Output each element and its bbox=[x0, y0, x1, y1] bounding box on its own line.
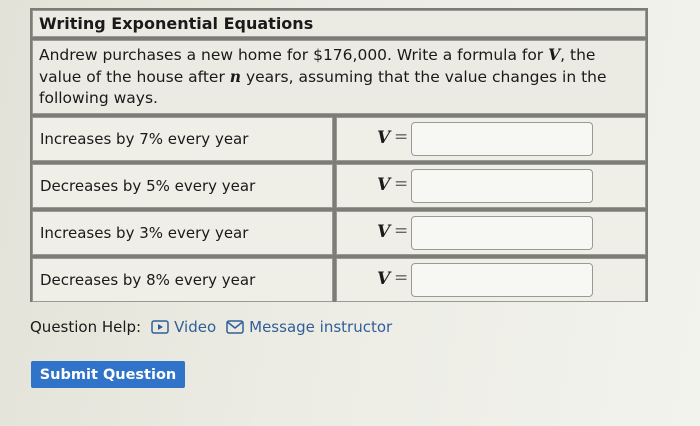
equals-sign: = bbox=[394, 127, 409, 147]
answer-cell: V = bbox=[336, 258, 646, 302]
variable-label: V bbox=[377, 128, 391, 148]
table-row: Increases by 3% every year V = bbox=[32, 211, 646, 255]
message-instructor-link[interactable]: Message instructor bbox=[226, 318, 392, 336]
variable-label: V bbox=[377, 175, 391, 195]
question-help: Question Help: Video Message instructor bbox=[30, 318, 402, 336]
submit-question-button[interactable]: Submit Question bbox=[31, 361, 185, 388]
problem-table: Writing Exponential Equations Andrew pur… bbox=[30, 8, 648, 302]
condition-label: Increases by 7% every year bbox=[32, 117, 333, 161]
envelope-icon bbox=[226, 320, 244, 334]
question-help-label: Question Help: bbox=[30, 318, 142, 336]
condition-label: Decreases by 5% every year bbox=[32, 164, 333, 208]
problem-prompt: Andrew purchases a new home for $176,000… bbox=[32, 40, 646, 114]
variable-label: V bbox=[377, 222, 391, 242]
video-play-icon bbox=[151, 320, 169, 334]
answer-input-2[interactable] bbox=[411, 169, 593, 203]
table-row: Increases by 7% every year V = bbox=[32, 117, 646, 161]
condition-label: Increases by 3% every year bbox=[32, 211, 333, 255]
answer-cell: V = bbox=[336, 117, 646, 161]
video-link[interactable]: Video bbox=[151, 318, 216, 336]
prompt-variable-v: V bbox=[548, 45, 561, 64]
equals-sign: = bbox=[394, 174, 409, 194]
equals-sign: = bbox=[394, 268, 409, 288]
condition-label: Decreases by 8% every year bbox=[32, 258, 333, 302]
variable-label: V bbox=[377, 269, 391, 289]
video-link-label: Video bbox=[174, 318, 217, 336]
problem-title: Writing Exponential Equations bbox=[32, 10, 646, 37]
answer-cell: V = bbox=[336, 211, 646, 255]
answer-cell: V = bbox=[336, 164, 646, 208]
equals-sign: = bbox=[394, 221, 409, 241]
answer-input-3[interactable] bbox=[411, 216, 593, 250]
message-instructor-label: Message instructor bbox=[249, 318, 393, 336]
table-row: Decreases by 8% every year V = bbox=[32, 258, 646, 302]
table-row: Decreases by 5% every year V = bbox=[32, 164, 646, 208]
prompt-variable-n: n bbox=[229, 67, 242, 86]
answer-input-1[interactable] bbox=[411, 122, 593, 156]
answer-input-4[interactable] bbox=[411, 263, 593, 297]
prompt-text-1: Andrew purchases a new home for $176,000… bbox=[39, 46, 549, 64]
